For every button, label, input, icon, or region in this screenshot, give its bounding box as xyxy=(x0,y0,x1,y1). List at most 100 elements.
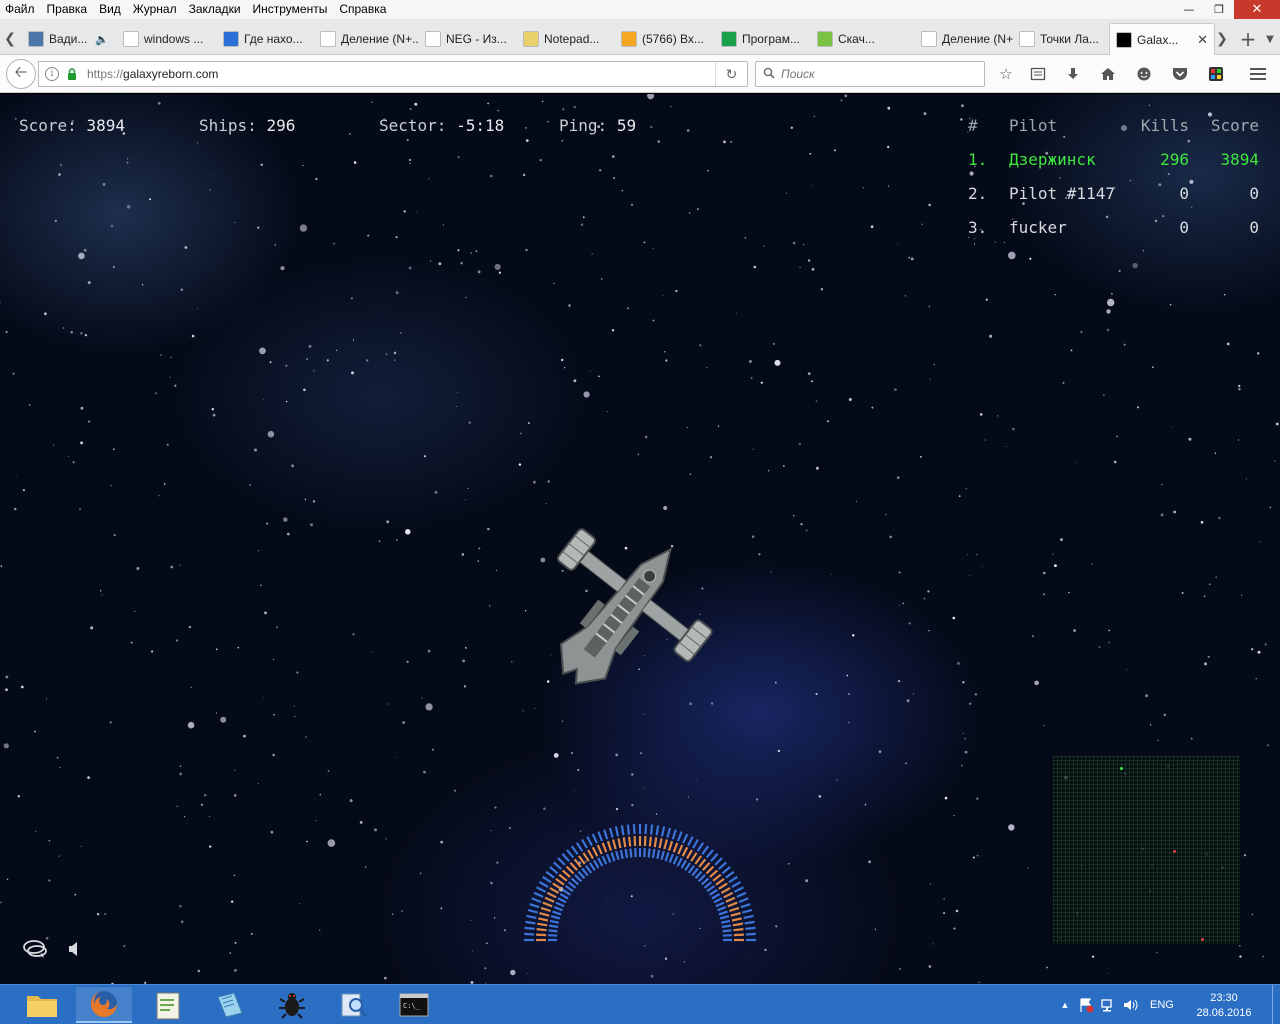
menu-help[interactable]: Справка xyxy=(333,0,392,19)
star xyxy=(887,106,891,110)
language-indicator[interactable]: ENG xyxy=(1150,999,1174,1011)
back-button[interactable]: 🡠 xyxy=(6,59,36,89)
file-explorer-icon[interactable] xyxy=(14,987,70,1023)
star xyxy=(647,94,655,100)
info-icon[interactable]: i xyxy=(45,67,59,81)
pocket-icon[interactable] xyxy=(1168,63,1192,85)
menu-view[interactable]: Вид xyxy=(93,0,127,19)
tab-wikipedia[interactable]: Точки Ла... xyxy=(1013,23,1109,55)
star xyxy=(1073,629,1076,632)
close-window-button[interactable]: ✕ xyxy=(1234,0,1280,19)
command-prompt-icon[interactable]: C:\_ xyxy=(386,987,442,1023)
menu-file[interactable]: Файл xyxy=(0,0,41,19)
tab-ks[interactable]: Програм... xyxy=(715,23,811,55)
bookmark-star-icon[interactable]: ☆ xyxy=(994,63,1018,85)
star xyxy=(815,400,818,402)
reload-icon[interactable]: ↻ xyxy=(715,62,747,86)
hello-chat-icon[interactable] xyxy=(1132,63,1156,85)
star xyxy=(302,164,304,167)
sound-icon[interactable] xyxy=(66,940,84,958)
volume-icon[interactable] xyxy=(1122,997,1138,1013)
star xyxy=(612,176,616,180)
gauge-tick xyxy=(709,869,719,878)
extension-icon[interactable] xyxy=(1204,63,1228,85)
star xyxy=(197,308,198,309)
bug-app-icon[interactable] xyxy=(264,987,320,1023)
star xyxy=(22,489,25,492)
menu-bookmarks[interactable]: Закладки xyxy=(183,0,247,19)
tab-neg[interactable]: NEG - Из... xyxy=(419,23,517,55)
gauge-tick xyxy=(591,833,598,844)
tab-vk[interactable]: Вади... 🔈 xyxy=(22,23,117,55)
tab-notepad[interactable]: Notepad... xyxy=(517,23,615,55)
url-text[interactable]: https://galaxyreborn.com xyxy=(87,67,218,81)
star xyxy=(904,295,907,297)
speaker-icon[interactable]: 🔈 xyxy=(95,33,109,46)
clock[interactable]: 23:30 28.06.2016 xyxy=(1194,991,1254,1021)
ks-icon xyxy=(721,31,737,47)
chat-icon[interactable] xyxy=(22,939,48,959)
tab-galaxy[interactable]: Galax... ✕ xyxy=(1109,23,1215,55)
star xyxy=(475,250,478,253)
network-icon[interactable] xyxy=(1100,997,1116,1013)
gauge-tick xyxy=(702,861,711,871)
tab-blank-page[interactable]: Деление (N+... xyxy=(314,23,419,55)
tray-expand-icon[interactable]: ▲ xyxy=(1058,1000,1072,1010)
tab-list-icon[interactable]: ▼ xyxy=(1260,23,1280,55)
reading-list-icon[interactable] xyxy=(1026,63,1050,85)
star xyxy=(847,721,850,724)
gauge-tick xyxy=(731,917,742,922)
star xyxy=(686,129,690,132)
gauge-tick xyxy=(564,885,574,893)
hamburger-menu-icon[interactable] xyxy=(1246,63,1270,85)
galaxy-icon xyxy=(1116,31,1132,48)
gauge-tick xyxy=(537,922,548,927)
star xyxy=(102,183,106,186)
action-center-flag-icon[interactable] xyxy=(1078,997,1094,1013)
address-bar[interactable]: i https://galaxyreborn.com ↻ xyxy=(38,61,748,87)
menu-edit[interactable]: Правка xyxy=(41,0,94,19)
star xyxy=(299,224,308,232)
star xyxy=(1068,591,1070,594)
minimize-button[interactable]: — xyxy=(1174,0,1204,19)
firefox-icon[interactable] xyxy=(76,987,132,1023)
minimap[interactable] xyxy=(1053,756,1240,944)
minimap-enemy-marker xyxy=(1173,850,1176,853)
gauge-tick xyxy=(601,842,608,853)
tab-blank-page[interactable]: Деление (N+... xyxy=(915,23,1013,55)
star xyxy=(478,547,481,550)
star xyxy=(409,162,411,164)
download-icon[interactable] xyxy=(1061,63,1085,85)
close-tab-icon[interactable]: ✕ xyxy=(1197,32,1208,48)
home-icon[interactable] xyxy=(1096,63,1120,85)
star xyxy=(898,967,902,970)
star xyxy=(74,893,77,896)
gauge-tick xyxy=(597,831,604,842)
tab-scroll-left-icon[interactable]: ❮ xyxy=(0,23,20,55)
search-input[interactable] xyxy=(781,67,971,81)
notepad-plus-icon[interactable] xyxy=(140,987,196,1023)
new-tab-button[interactable]: + xyxy=(1236,23,1260,55)
star xyxy=(470,920,472,921)
notebook-app-icon[interactable] xyxy=(202,987,258,1023)
tab-download-site[interactable]: Скач... xyxy=(811,23,915,55)
game-canvas[interactable]: Score: 3894 Ships: 296 Sector: -5:18 Pin… xyxy=(0,94,1280,984)
search-box[interactable] xyxy=(755,61,985,87)
star xyxy=(1238,384,1241,388)
star xyxy=(366,359,369,362)
star xyxy=(327,770,330,772)
menu-history[interactable]: Журнал xyxy=(127,0,183,19)
star xyxy=(553,753,559,758)
menu-tools[interactable]: Инструменты xyxy=(247,0,334,19)
show-desktop-button[interactable] xyxy=(1272,985,1280,1024)
tab-mail[interactable]: (5766) Вх... xyxy=(615,23,715,55)
gauge-tick xyxy=(725,896,736,903)
search-tool-icon[interactable] xyxy=(326,987,382,1023)
star xyxy=(561,140,564,142)
restore-button[interactable]: ❐ xyxy=(1204,0,1234,19)
tab-google[interactable]: windows ... xyxy=(117,23,217,55)
star xyxy=(1032,635,1034,638)
tab-scroll-right-icon[interactable]: ❯ xyxy=(1210,23,1234,55)
minimap-enemy-marker xyxy=(1201,938,1204,941)
tab-document[interactable]: Где нахо... xyxy=(217,23,314,55)
